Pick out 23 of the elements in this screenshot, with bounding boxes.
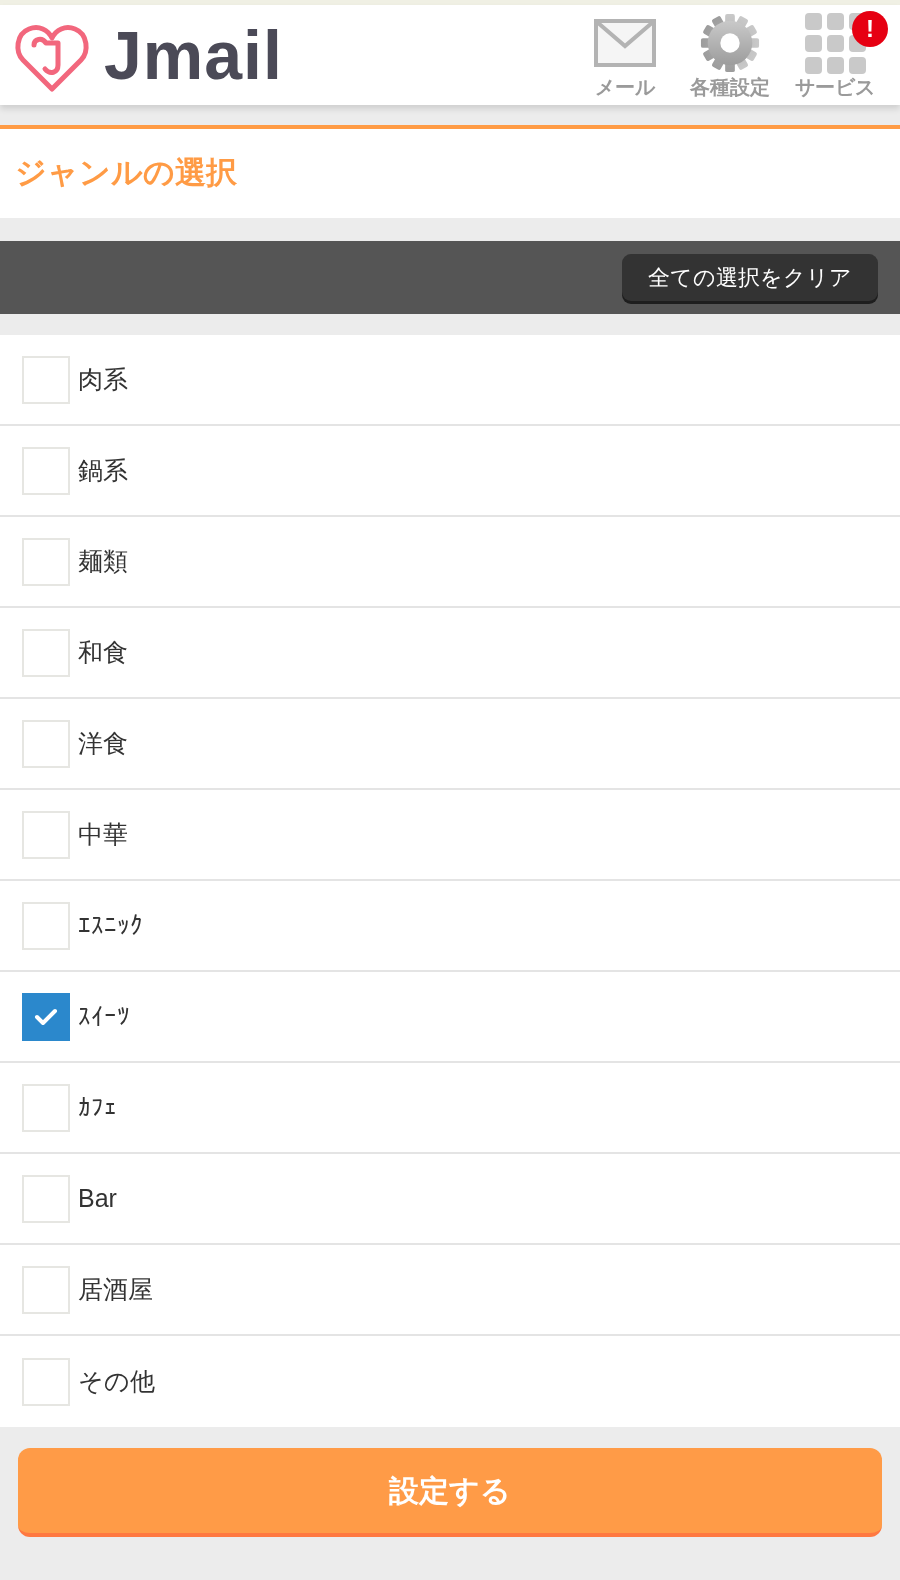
genre-label: その他 (78, 1365, 155, 1397)
submit-button[interactable]: 設定する (18, 1448, 882, 1537)
genre-label: 洋食 (78, 727, 128, 759)
genre-label: 和食 (78, 636, 128, 668)
checkmark-icon (34, 1007, 58, 1026)
clear-selection-button[interactable]: 全ての選択をクリア (622, 254, 878, 301)
genre-label: 中華 (78, 818, 128, 850)
settings-nav-button[interactable]: 各種設定 (690, 11, 770, 99)
logo-text: Jmail (104, 20, 283, 90)
page-title: ジャンルの選択 (15, 154, 237, 193)
checkbox[interactable] (22, 992, 70, 1041)
genre-label: ｽｲｰﾂ (78, 1000, 130, 1032)
genre-label: 鍋系 (78, 454, 128, 486)
genre-label: ｴｽﾆｯｸ (78, 909, 143, 941)
genre-label: 居酒屋 (78, 1273, 153, 1305)
genre-label: ｶﾌｪ (78, 1091, 117, 1123)
gear-icon (699, 12, 761, 74)
alert-badge: ! (852, 11, 888, 47)
genre-label: 麺類 (78, 545, 128, 577)
genre-label: Bar (78, 1182, 117, 1214)
genre-label: 肉系 (78, 363, 128, 395)
envelope-icon (594, 19, 656, 67)
mail-nav-button[interactable]: メール (594, 11, 656, 99)
